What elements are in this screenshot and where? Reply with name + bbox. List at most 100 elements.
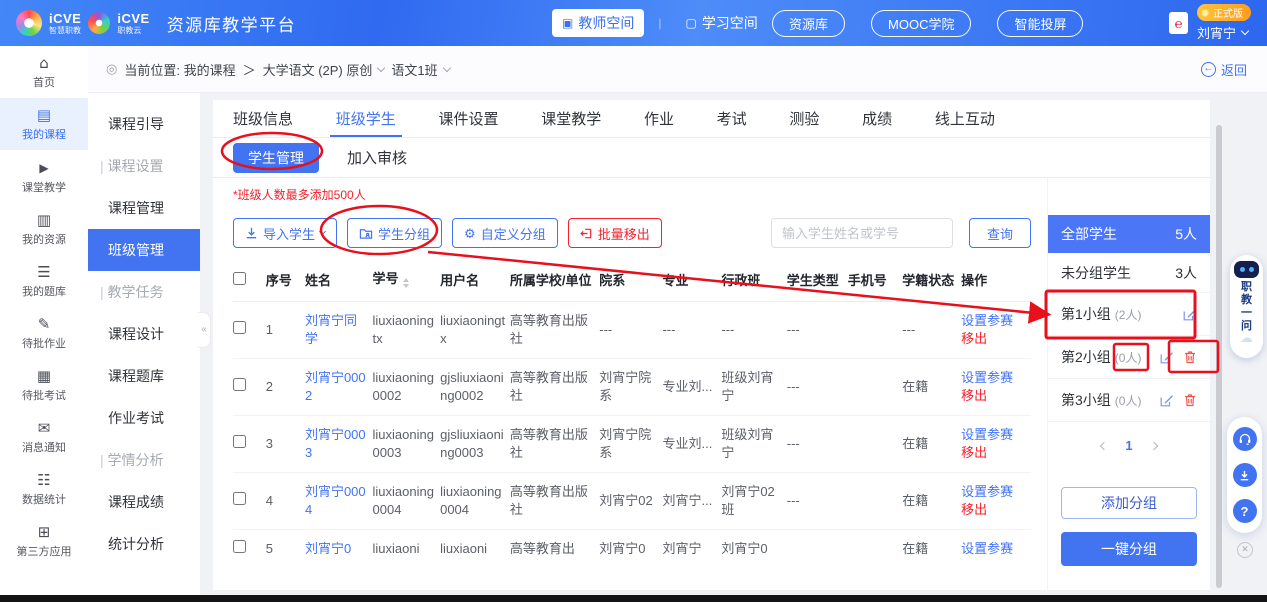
rail-item-pending-exam[interactable]: 待批考试 [0,359,88,411]
query-button[interactable]: 查询 [969,218,1031,248]
sort-icon[interactable] [403,275,409,291]
tab-classroom-teaching[interactable]: 课堂教学 [541,100,601,137]
student-grouping-button[interactable]: 学生分组 [347,218,442,248]
group-row-1[interactable]: 第1小组 (2人) [1048,293,1210,336]
rail-item-classroom-teaching[interactable]: 课堂教学 [0,150,88,203]
mooc-academy-button[interactable]: MOOC学院 [871,10,971,37]
remove-link[interactable]: 移出 [961,330,1027,348]
ungrouped-students-row[interactable]: 未分组学生 3人 [1048,253,1210,293]
tab-grades[interactable]: 成绩 [862,100,892,137]
cell-department: --- [599,302,662,359]
import-students-button[interactable]: 导入学生 [233,218,337,248]
back-button[interactable]: 返回 [1201,60,1247,79]
rail-item-third-party-apps[interactable]: 第三方应用 [0,515,88,567]
submenu-course-management[interactable]: 课程管理 [88,187,200,229]
row-checkbox[interactable] [233,435,246,448]
student-name-link[interactable]: 刘宵宁0004 [305,473,373,530]
student-search-input[interactable] [771,218,953,248]
learning-space-button[interactable]: ▢ 学习空间 [675,9,767,37]
submenu-section-learning-analysis: 学情分析 [88,439,200,481]
cell-department: 刘宵宁院系 [599,416,662,473]
group-row-3[interactable]: 第3小组 (0人) [1048,379,1210,422]
main-content: 班级信息 班级学生 课件设置 课堂教学 作业 考试 测验 成绩 线上互动 学生管… [213,100,1210,590]
breadcrumb-course-dropdown[interactable]: 大学语文 (2P) 原创 [263,60,385,79]
rail-item-home[interactable]: 首页 [0,46,88,98]
cell-student-no: liuxiaoni [373,530,441,569]
app-doc-icon[interactable] [1169,12,1188,34]
next-page-icon[interactable] [1149,441,1157,449]
assistant-widget[interactable]: 职教一问 [1230,255,1263,358]
select-all-checkbox[interactable] [233,272,246,285]
row-checkbox[interactable] [233,540,246,553]
set-competition-link[interactable]: 设置参赛 [961,369,1027,387]
submenu-course-guide[interactable]: 课程引导 [88,103,200,145]
group-row-2[interactable]: 第2小组 (0人) [1048,336,1210,379]
delete-icon[interactable] [1183,393,1197,407]
rail-item-question-bank[interactable]: 我的题库 [0,255,88,307]
download-button[interactable] [1233,463,1257,487]
vertical-scrollbar[interactable] [1216,125,1222,588]
row-checkbox[interactable] [233,378,246,391]
help-button[interactable] [1233,499,1257,523]
tab-quiz[interactable]: 测验 [789,100,819,137]
custom-grouping-button[interactable]: 自定义分组 [452,218,558,248]
submenu-homework-exam[interactable]: 作业考试 [88,397,200,439]
cell-username: gjsliuxiaoning0003 [440,416,510,473]
set-competition-link[interactable]: 设置参赛 [961,540,1027,558]
tab-homework[interactable]: 作业 [644,100,674,137]
delete-icon[interactable] [1183,350,1197,364]
tab-online-interaction[interactable]: 线上互动 [935,100,995,137]
resource-library-button[interactable]: 资源库 [772,10,845,37]
student-name-link[interactable]: 刘宵宁0002 [305,359,373,416]
cell-status: 在籍 [902,359,961,416]
rail-item-statistics[interactable]: 数据统计 [0,463,88,515]
student-name-link[interactable]: 刘宵宁0003 [305,416,373,473]
row-checkbox[interactable] [233,492,246,505]
student-name-link[interactable]: 刘宵宁同学 [305,302,373,359]
remove-link[interactable]: 移出 [961,387,1027,405]
cell-admin-class: 班级刘宵宁 [721,416,786,473]
remove-link[interactable]: 移出 [961,501,1027,519]
edit-icon[interactable] [1159,393,1174,408]
submenu-course-grades[interactable]: 课程成绩 [88,481,200,523]
submenu-statistical-analysis[interactable]: 统计分析 [88,523,200,565]
user-block: 正式版 刘宵宁 [1169,0,1251,46]
col-major: 专业 [662,262,721,302]
close-floating-toolbar-button[interactable] [1237,542,1253,558]
rail-item-my-resources[interactable]: 我的资源 [0,203,88,255]
rail-item-notifications[interactable]: 消息通知 [0,411,88,463]
remove-link[interactable]: 移出 [961,444,1027,462]
tab-class-info[interactable]: 班级信息 [233,100,293,137]
customer-service-button[interactable] [1233,427,1257,451]
subtab-student-management[interactable]: 学生管理 [233,143,319,173]
set-competition-link[interactable]: 设置参赛 [961,312,1027,330]
all-students-row[interactable]: 全部学生 5人 [1048,215,1210,253]
submenu-course-design[interactable]: 课程设计 [88,313,200,355]
one-click-group-button[interactable]: 一键分组 [1061,532,1197,566]
tab-courseware-settings[interactable]: 课件设置 [438,100,498,137]
submenu-collapse-handle[interactable] [198,312,211,348]
student-name-link[interactable]: 刘宵宁0 [305,530,373,569]
subtab-join-review[interactable]: 加入审核 [347,147,407,168]
tab-class-students[interactable]: 班级学生 [336,100,396,137]
edit-icon[interactable] [1182,307,1197,322]
prev-page-icon[interactable] [1100,441,1108,449]
set-competition-link[interactable]: 设置参赛 [961,483,1027,501]
submenu-course-question-bank[interactable]: 课程题库 [88,355,200,397]
user-menu[interactable]: 刘宵宁 [1197,23,1248,42]
row-checkbox[interactable] [233,321,246,334]
teacher-space-button[interactable]: ▣ 教师空间 [552,9,644,37]
cell-school: 高等教育出版社 [510,416,599,473]
edit-icon[interactable] [1159,350,1174,365]
rail-item-my-courses[interactable]: 我的课程 [0,98,88,150]
bottom-bar [0,595,1267,602]
add-group-button[interactable]: 添加分组 [1061,487,1197,519]
smart-screencast-button[interactable]: 智能投屏 [997,10,1083,37]
batch-remove-button[interactable]: 批量移出 [568,218,662,248]
submenu-class-management[interactable]: 班级管理 [88,229,200,271]
tab-exam[interactable]: 考试 [717,100,747,137]
rail-item-pending-homework[interactable]: 待批作业 [0,307,88,359]
current-page[interactable]: 1 [1125,438,1132,453]
set-competition-link[interactable]: 设置参赛 [961,426,1027,444]
breadcrumb-class-dropdown[interactable]: 语文1班 [391,60,449,79]
